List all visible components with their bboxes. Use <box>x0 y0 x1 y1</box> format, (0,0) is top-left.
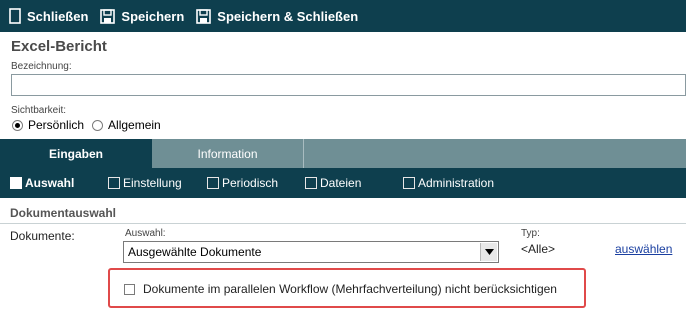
subnav-item-label: Dateien <box>320 176 362 190</box>
floppy-disk-icon <box>100 8 116 24</box>
ignore-parallel-workflow-checkbox[interactable] <box>124 283 135 295</box>
subnav-item-selection[interactable]: Auswahl <box>10 176 74 190</box>
select-link[interactable]: auswählen <box>615 242 672 256</box>
checkbox-icon <box>10 177 22 189</box>
sub-navigation: Auswahl Einstellung Periodisch Dateien A… <box>0 168 686 198</box>
toolbar: Schließen Speichern Speichern & Schließe… <box>0 0 686 32</box>
subnav-item-periodic[interactable]: Periodisch <box>207 176 278 190</box>
section-divider <box>0 223 686 224</box>
tab-inputs[interactable]: Eingaben <box>0 139 152 168</box>
save-and-close-button[interactable]: Speichern & Schließen <box>196 9 358 24</box>
type-label: Typ: <box>521 228 540 239</box>
visibility-radio-general[interactable] <box>92 119 104 131</box>
subnav-item-label: Periodisch <box>222 176 279 190</box>
visibility-option-label[interactable]: Allgemein <box>108 118 161 132</box>
save-button[interactable]: Speichern <box>100 9 184 24</box>
document-selection-value: Ausgewählte Dokumente <box>128 245 262 259</box>
visibility-radio-group: Persönlich Allgemein <box>12 118 169 132</box>
subnav-item-label: Administration <box>418 176 495 190</box>
checkbox-icon <box>207 177 219 189</box>
tab-information[interactable]: Information <box>152 139 304 168</box>
checkbox-icon <box>305 177 317 189</box>
close-button-label: Schließen <box>27 8 89 24</box>
page-title: Excel-Bericht <box>11 38 107 55</box>
visibility-option-label[interactable]: Persönlich <box>28 118 84 132</box>
ignore-parallel-workflow-label: Dokumente im parallelen Workflow (Mehrfa… <box>143 282 557 296</box>
tab-bar: Eingaben Information <box>0 139 686 168</box>
document-selection-dropdown[interactable]: Ausgewählte Dokumente <box>123 241 499 263</box>
selection-label: Auswahl: <box>125 228 166 239</box>
type-value: <Alle> <box>521 242 556 256</box>
save-button-label: Speichern <box>121 8 185 24</box>
close-button[interactable]: Schließen <box>9 8 88 24</box>
floppy-disk-icon <box>196 8 212 24</box>
ignore-parallel-workflow-option[interactable]: Dokumente im parallelen Workflow (Mehrfa… <box>124 282 557 296</box>
close-icon <box>9 8 21 24</box>
documents-label: Dokumente: <box>10 229 75 243</box>
subnav-item-administration[interactable]: Administration <box>403 176 494 190</box>
subnav-item-settings[interactable]: Einstellung <box>108 176 182 190</box>
visibility-label: Sichtbarkeit: <box>11 105 67 116</box>
subnav-item-label: Einstellung <box>123 176 182 190</box>
chevron-down-icon[interactable] <box>480 243 497 261</box>
designation-input[interactable] <box>11 74 686 96</box>
save-and-close-button-label: Speichern & Schließen <box>217 8 359 24</box>
designation-label: Bezeichnung: <box>11 61 72 72</box>
subnav-item-files[interactable]: Dateien <box>305 176 361 190</box>
checkbox-icon <box>403 177 415 189</box>
subnav-item-label: Auswahl <box>25 176 75 190</box>
section-title: Dokumentauswahl <box>10 206 117 220</box>
visibility-radio-personal[interactable] <box>12 119 23 131</box>
checkbox-icon <box>108 177 120 189</box>
